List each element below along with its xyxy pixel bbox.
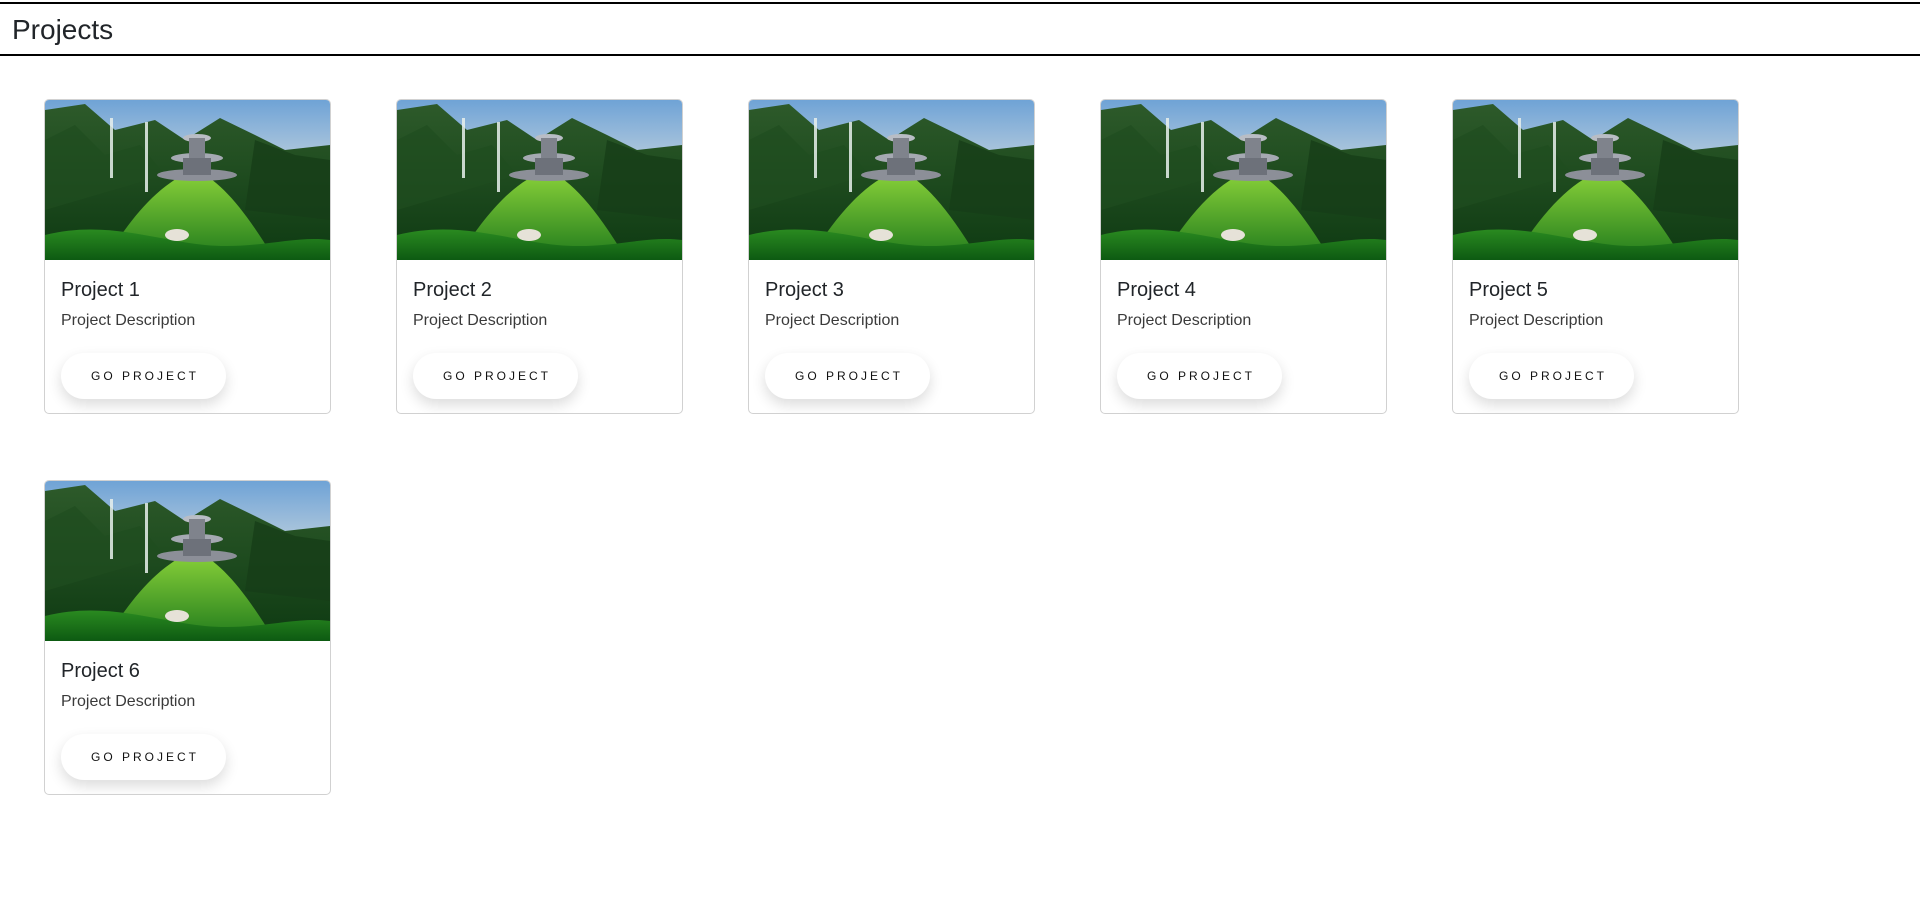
project-description: Project Description xyxy=(765,312,900,329)
go-project-button[interactable]: GO PROJECT xyxy=(1469,353,1634,399)
project-description: Project Description xyxy=(61,693,196,710)
project-description: Project Description xyxy=(61,312,196,329)
project-description: Project Description xyxy=(1469,312,1604,329)
project-title: Project 1 xyxy=(61,279,140,301)
project-title: Project 2 xyxy=(413,279,492,301)
page-header: Projects xyxy=(0,2,1920,56)
go-project-button[interactable]: GO PROJECT xyxy=(61,734,226,780)
go-project-button[interactable]: GO PROJECT xyxy=(61,353,226,399)
project-card: Project 6 Project Description GO PROJECT xyxy=(44,480,331,795)
landscape-image xyxy=(397,100,682,260)
project-card: Project 1 Project Description GO PROJECT xyxy=(44,99,331,414)
project-card: Project 5 Project Description GO PROJECT xyxy=(1452,99,1739,414)
landscape-image xyxy=(1101,100,1386,260)
go-project-button[interactable]: GO PROJECT xyxy=(1117,353,1282,399)
project-title: Project 5 xyxy=(1469,279,1548,301)
project-description: Project Description xyxy=(1117,312,1252,329)
landscape-image xyxy=(1453,100,1738,260)
landscape-image xyxy=(749,100,1034,260)
project-title: Project 4 xyxy=(1117,279,1196,301)
landscape-image xyxy=(45,100,330,260)
project-description: Project Description xyxy=(413,312,548,329)
landscape-image xyxy=(45,481,330,641)
project-card: Project 4 Project Description GO PROJECT xyxy=(1100,99,1387,414)
project-card: Project 3 Project Description GO PROJECT xyxy=(748,99,1035,414)
project-card: Project 2 Project Description GO PROJECT xyxy=(396,99,683,414)
go-project-button[interactable]: GO PROJECT xyxy=(413,353,578,399)
page-title: Projects xyxy=(12,14,114,45)
project-title: Project 3 xyxy=(765,279,844,301)
go-project-button[interactable]: GO PROJECT xyxy=(765,353,930,399)
project-title: Project 6 xyxy=(61,660,140,682)
